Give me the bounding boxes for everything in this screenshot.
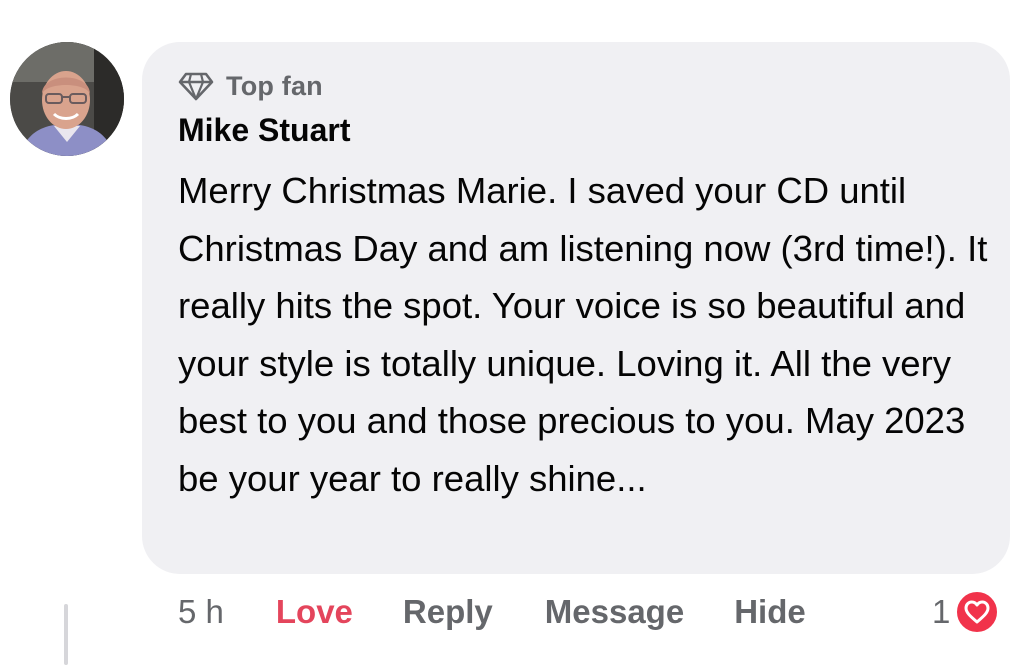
diamond-icon [178,71,214,101]
badge-label: Top fan [226,70,323,101]
reaction-summary[interactable]: 1 [932,588,1001,636]
hide-button[interactable]: Hide [734,593,806,631]
love-button[interactable]: Love [276,593,353,631]
comment-text: Merry Christmas Marie. I saved your CD u… [178,170,988,499]
avatar-image [10,42,124,156]
reaction-count: 1 [932,593,951,630]
comment-actions: 5 h Love Reply Message Hide [178,588,806,636]
message-button[interactable]: Message [545,593,684,631]
avatar[interactable] [10,42,124,156]
top-fan-badge: Top fan [178,68,323,104]
heart-icon [954,589,1001,635]
author-name[interactable]: Mike Stuart [178,112,350,149]
timestamp[interactable]: 5 h [178,593,224,631]
reply-button[interactable]: Reply [403,593,493,631]
reply-thread-line [64,604,68,665]
comment: Top fan Mike Stuart Merry Christmas Mari… [0,0,1024,665]
